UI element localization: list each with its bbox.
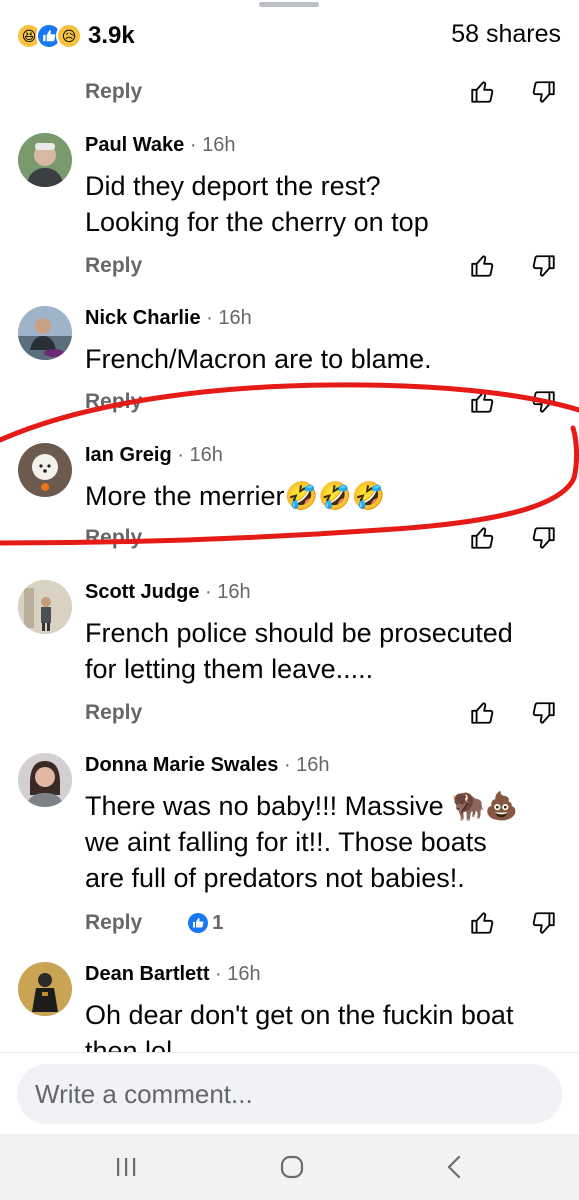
downvote-icon[interactable] [531, 79, 557, 105]
comment-author[interactable]: Dean Bartlett [85, 963, 209, 985]
recent-apps-icon[interactable] [106, 1152, 146, 1182]
upvote-icon[interactable] [469, 700, 495, 726]
reactions-summary-bar: 😆 😥 3.9k 58 shares [0, 10, 579, 58]
comment-text: There was no baby!!! Massive 🦬💩 we aint … [85, 788, 565, 896]
avatar[interactable] [18, 962, 72, 1016]
avatar[interactable] [18, 443, 72, 497]
comment-composer [0, 1052, 579, 1134]
avatar[interactable] [18, 753, 72, 807]
comment-text: More the merrier🤣🤣🤣 [85, 478, 565, 514]
comment-author[interactable]: Donna Marie Swales [85, 754, 278, 776]
avatar[interactable] [18, 133, 72, 187]
downvote-icon[interactable] [531, 700, 557, 726]
comment-header: Donna Marie Swales · 16h [85, 754, 330, 777]
comment-header: Nick Charlie · 16h [85, 307, 252, 330]
comment-reaction-count: 1 [212, 911, 224, 934]
comment-reactions[interactable]: 1 [188, 912, 223, 935]
write-comment-input[interactable] [17, 1064, 562, 1124]
upvote-icon[interactable] [469, 525, 495, 551]
comment-line: French/Macron are to blame. [85, 344, 432, 374]
avatar[interactable] [18, 580, 72, 634]
shares-count[interactable]: 58 shares [451, 20, 561, 49]
comment-text: Did they deport the rest? Looking for th… [85, 168, 565, 240]
comment-line: There was no baby!!! Massive 🦬💩 [85, 791, 519, 821]
reply-button[interactable]: Reply [85, 390, 142, 414]
upvote-icon[interactable] [469, 253, 495, 279]
back-icon[interactable] [434, 1152, 474, 1182]
reply-button[interactable]: Reply [85, 911, 142, 935]
reaction-count: 3.9k [88, 22, 135, 49]
comment-author[interactable]: Nick Charlie [85, 307, 201, 329]
reply-button[interactable]: Reply [85, 526, 142, 550]
comment-line: Did they deport the rest? [85, 171, 381, 201]
comment-text: French/Macron are to blame. [85, 341, 565, 377]
comment-author[interactable]: Paul Wake [85, 134, 184, 156]
downvote-icon[interactable] [531, 910, 557, 936]
comment-line: Oh dear don't get on the fuckin boat [85, 1000, 514, 1030]
reply-row: Reply [85, 523, 565, 553]
comment-line: Looking for the cherry on top [85, 207, 429, 237]
reply-row: Reply [85, 698, 565, 728]
comment-line: More the merrier🤣🤣🤣 [85, 481, 386, 511]
sad-icon: 😥 [56, 23, 82, 49]
downvote-icon[interactable] [531, 525, 557, 551]
comment-time: · 16h [177, 444, 223, 466]
reply-button[interactable]: Reply [85, 80, 142, 104]
comment-text: French police should be prosecuted for l… [85, 615, 565, 687]
comment-author[interactable]: Ian Greig [85, 444, 172, 466]
reply-row: Reply 1 [85, 908, 565, 938]
comment-line: we aint falling for it!!. Those boats [85, 827, 487, 857]
comment-header: Dean Bartlett · 16h [85, 963, 261, 986]
reply-button[interactable]: Reply [85, 701, 142, 725]
comment-time: · 16h [283, 754, 330, 776]
comment-time: · 16h [189, 134, 236, 156]
like-icon [188, 913, 209, 933]
comment-line: for letting them leave..... [85, 654, 374, 684]
downvote-icon[interactable] [531, 253, 557, 279]
comment-header: Paul Wake · 16h [85, 134, 235, 157]
comment-time: · 16h [206, 307, 252, 329]
comment-time: · 16h [205, 581, 251, 603]
reply-row: Reply [85, 77, 565, 107]
system-nav-bar [0, 1134, 579, 1200]
comment-header: Scott Judge · 16h [85, 581, 251, 604]
home-icon[interactable] [272, 1152, 312, 1182]
reply-button[interactable]: Reply [85, 254, 142, 278]
upvote-icon[interactable] [469, 79, 495, 105]
comment-time: · 16h [215, 963, 261, 985]
downvote-icon[interactable] [531, 389, 557, 415]
reply-row: Reply [85, 251, 565, 281]
reply-row: Reply [85, 387, 565, 417]
upvote-icon[interactable] [469, 389, 495, 415]
sheet-drag-handle[interactable] [259, 2, 319, 7]
comment-author[interactable]: Scott Judge [85, 581, 199, 603]
comment-line: are full of predators not babies!. [85, 863, 465, 893]
comment-line: French police should be prosecuted [85, 618, 513, 648]
comment-header: Ian Greig · 16h [85, 444, 223, 467]
reactions-summary[interactable]: 😆 😥 3.9k [16, 22, 135, 50]
upvote-icon[interactable] [469, 910, 495, 936]
avatar[interactable] [18, 306, 72, 360]
